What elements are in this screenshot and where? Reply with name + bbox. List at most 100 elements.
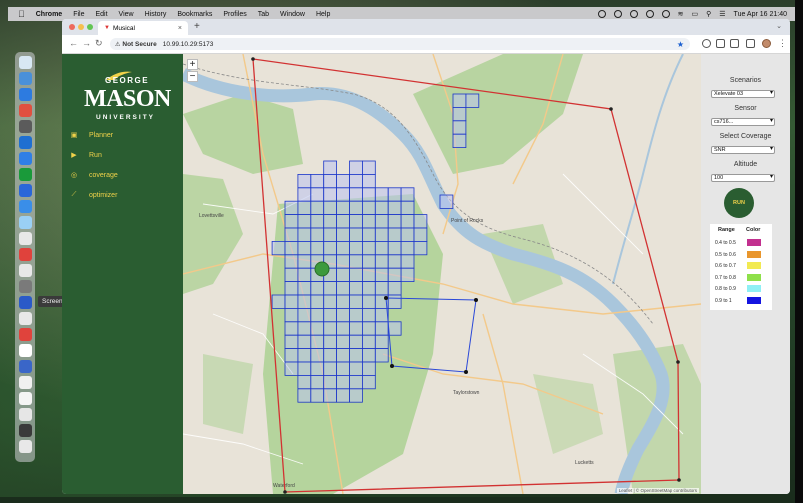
coverage-cell[interactable]	[336, 334, 350, 350]
dock-app-icon[interactable]	[18, 168, 32, 181]
dock-app-icon[interactable]	[18, 408, 32, 421]
dock-app-icon[interactable]	[18, 312, 32, 325]
coverage-cell[interactable]	[349, 214, 363, 229]
coverage-cell[interactable]	[310, 321, 325, 336]
coverage-cell[interactable]	[374, 227, 389, 242]
dock-app-icon[interactable]	[18, 72, 32, 85]
coverage-cell[interactable]	[297, 348, 312, 363]
coverage-cell[interactable]	[374, 254, 389, 269]
coverage-cell[interactable]	[297, 254, 312, 269]
menu-bookmarks[interactable]: Bookmarks	[177, 11, 212, 18]
coverage-cell[interactable]	[349, 281, 363, 296]
coverage-cell[interactable]	[310, 214, 325, 229]
history-icon[interactable]	[702, 39, 711, 48]
coverage-cell[interactable]	[284, 214, 299, 229]
menu-file[interactable]: File	[73, 11, 84, 18]
coverage-cell[interactable]	[361, 160, 376, 175]
coverage-cell[interactable]	[452, 133, 467, 148]
coverage-cell[interactable]	[323, 334, 337, 350]
coverage-cell[interactable]	[297, 187, 312, 202]
scenario-select[interactable]: Xelevate 03	[711, 90, 775, 98]
coverage-cell[interactable]	[349, 227, 363, 242]
zoom-in-button[interactable]: +	[187, 59, 198, 70]
coverage-cell[interactable]	[310, 374, 325, 390]
back-icon[interactable]: ←	[69, 38, 78, 48]
coverage-cell[interactable]	[349, 200, 363, 215]
coverage-cell[interactable]	[271, 240, 286, 256]
coverage-cell[interactable]	[374, 334, 389, 350]
boundary-vertex[interactable]	[676, 360, 680, 364]
coverage-cell[interactable]	[387, 187, 402, 202]
coverage-cell[interactable]	[323, 348, 337, 363]
dock-app-icon[interactable]	[18, 440, 32, 453]
coverage-cell[interactable]	[310, 281, 325, 296]
address-bar[interactable]: ⚠ Not Secure 10.99.10.29:5173 ★	[110, 38, 690, 50]
coverage-cell[interactable]	[374, 321, 389, 336]
coverage-cell[interactable]	[336, 214, 350, 229]
sidepanel-icon[interactable]	[730, 39, 739, 48]
coverage-cell[interactable]	[349, 374, 363, 390]
coverage-cell[interactable]	[336, 227, 350, 242]
coverage-cell[interactable]	[400, 187, 415, 202]
zoom-out-button[interactable]: −	[187, 71, 198, 82]
coverage-cell[interactable]	[284, 334, 299, 350]
dock-app-icon[interactable]	[18, 200, 32, 213]
coverage-cell[interactable]	[361, 374, 376, 390]
coverage-cell[interactable]	[323, 174, 337, 189]
tray-status-icon[interactable]	[645, 10, 654, 18]
downloads-icon[interactable]	[746, 39, 755, 48]
coverage-cell[interactable]	[374, 267, 389, 282]
dock-app-icon[interactable]	[18, 88, 32, 101]
menu-profiles[interactable]: Profiles	[223, 11, 246, 18]
coverage-cell[interactable]	[297, 200, 312, 215]
coverage-cell[interactable]	[361, 187, 376, 202]
coverage-cell[interactable]	[323, 240, 337, 256]
coverage-cell[interactable]	[361, 240, 376, 256]
coverage-cell[interactable]	[310, 388, 325, 403]
coverage-cell[interactable]	[387, 267, 402, 282]
coverage-cell[interactable]	[284, 307, 299, 323]
coverage-select[interactable]: SNR	[711, 146, 775, 154]
coverage-cell[interactable]	[284, 200, 299, 215]
coverage-cell[interactable]	[336, 294, 350, 309]
dock-app-icon[interactable]	[18, 264, 32, 277]
coverage-cell[interactable]	[284, 240, 299, 256]
coverage-cell[interactable]	[349, 240, 363, 256]
coverage-cell[interactable]	[413, 227, 428, 242]
coverage-cell[interactable]	[323, 388, 337, 403]
coverage-cell[interactable]	[310, 307, 325, 323]
coverage-cell[interactable]	[323, 294, 337, 309]
map-canvas[interactable]: Lovettsville Waterford Point of Rocks Ta…	[183, 54, 701, 494]
coverage-cell[interactable]	[336, 348, 350, 363]
coverage-cell[interactable]	[361, 227, 376, 242]
coverage-cell[interactable]	[323, 160, 337, 175]
tab-search-icon[interactable]: ⌄	[776, 22, 782, 30]
coverage-cell[interactable]	[297, 214, 312, 229]
coverage-cell[interactable]	[439, 194, 454, 209]
coverage-cell[interactable]	[336, 374, 350, 390]
menu-help[interactable]: Help	[316, 11, 330, 18]
coverage-cell[interactable]	[284, 294, 299, 309]
waypoint[interactable]	[474, 298, 478, 302]
coverage-cell[interactable]	[349, 254, 363, 269]
coverage-cell[interactable]	[297, 174, 312, 189]
coverage-cell[interactable]	[361, 321, 376, 336]
tray-status-icon[interactable]	[597, 10, 606, 18]
sidebar-item-optimizer[interactable]: ⟋ optimizer	[69, 191, 118, 199]
forward-icon[interactable]: →	[82, 38, 91, 48]
coverage-cell[interactable]	[361, 361, 376, 376]
battery-icon[interactable]: ▭	[692, 10, 699, 18]
coverage-cell[interactable]	[323, 321, 337, 336]
coverage-cell[interactable]	[284, 348, 299, 363]
coverage-cell[interactable]	[361, 348, 376, 363]
menu-view[interactable]: View	[119, 11, 134, 18]
minimize-window-icon[interactable]	[78, 24, 84, 30]
new-tab-icon[interactable]: +	[194, 21, 200, 32]
menu-app-name[interactable]: Chrome	[36, 11, 62, 18]
coverage-cell[interactable]	[323, 200, 337, 215]
coverage-cell[interactable]	[361, 200, 376, 215]
more-menu-icon[interactable]: ⋮	[778, 38, 787, 49]
coverage-cell[interactable]	[336, 321, 350, 336]
menu-edit[interactable]: Edit	[95, 11, 107, 18]
coverage-cell[interactable]	[400, 227, 415, 242]
